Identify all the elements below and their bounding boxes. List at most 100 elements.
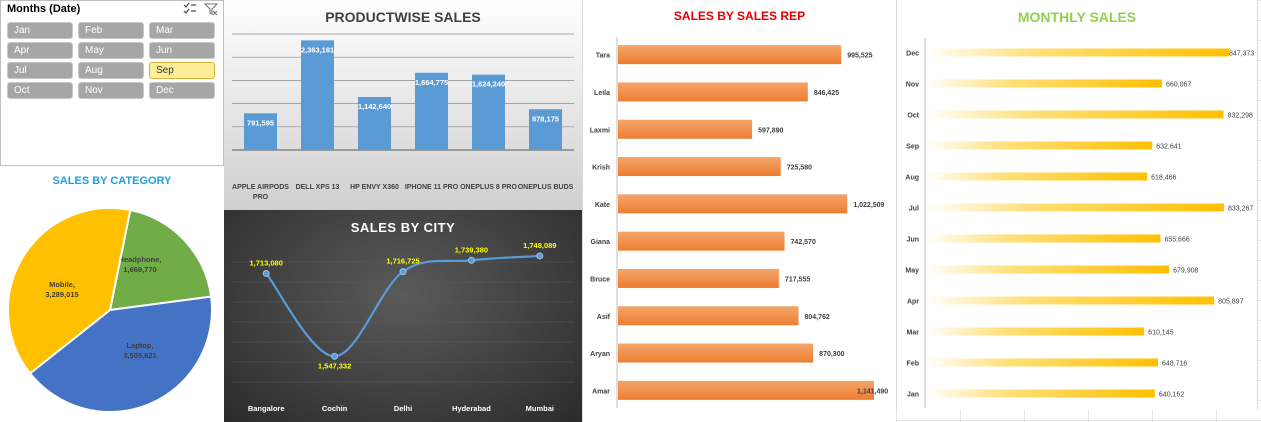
- rep-bar: [618, 157, 781, 177]
- monthly-data-label: 679,908: [1173, 268, 1198, 275]
- rep-bar: [618, 306, 799, 326]
- monthly-bar: [926, 203, 1224, 212]
- city-tick-label: Mumbai: [526, 404, 554, 413]
- product-tick-label: HP ENVY X360: [350, 184, 399, 191]
- city-tick-label: Hyderabad: [452, 404, 491, 413]
- monthly-bar: [926, 358, 1158, 367]
- monthly-data-label: 805,897: [1218, 299, 1243, 306]
- pie-value-headphone: 1,669,770: [123, 265, 156, 274]
- slicer-month-mar[interactable]: Mar: [149, 22, 215, 39]
- city-point: [399, 268, 407, 276]
- rep-bar: [618, 45, 842, 65]
- rep-bar: [618, 231, 785, 251]
- slicer-month-apr[interactable]: Apr: [7, 42, 73, 59]
- slicer-month-sep[interactable]: Sep: [149, 62, 215, 79]
- city-data-label: 1,748,089: [523, 241, 556, 250]
- slicer-month-jan[interactable]: Jan: [7, 22, 73, 39]
- slicer-month-jul[interactable]: Jul: [7, 62, 73, 79]
- monthly-tick-label: Jun: [907, 237, 919, 244]
- slicer-month-nov[interactable]: Nov: [78, 82, 144, 99]
- rep-bar: [618, 268, 779, 288]
- monthly-data-label: 832,298: [1228, 113, 1253, 120]
- slicer-month-jun[interactable]: Jun: [149, 42, 215, 59]
- pie-label-laptop: Laptop,: [126, 341, 153, 350]
- slicer-title: Months (Date): [7, 3, 81, 15]
- monthly-data-label: 660,067: [1166, 82, 1191, 89]
- product-tick-label: DELL XPS 13: [296, 184, 340, 191]
- rep-tick-label: Asif: [597, 314, 611, 321]
- product-data-label: 1,142,640: [358, 102, 391, 111]
- monthly-tick-label: Sep: [906, 144, 919, 151]
- product-tick-label: ONEPLUS BUDS: [518, 184, 574, 191]
- sales-by-rep-chart: SALES BY SALES REP Tara 995,525 Leila 846,4…: [582, 0, 896, 422]
- monthly-tick-label: Mar: [907, 330, 920, 337]
- product-data-label: 1,624,240: [472, 80, 505, 89]
- rep-data-label: 804,762: [804, 314, 829, 321]
- monthly-data-label: 833,267: [1228, 206, 1253, 213]
- monthly-tick-label: Nov: [906, 82, 919, 89]
- productwise-sales-chart: PRODUCTWISE SALES 791,595 APPLE AIRPODS PR…: [224, 0, 582, 210]
- rep-tick-label: Giana: [591, 239, 611, 246]
- rep-data-label: 597,890: [758, 127, 783, 134]
- rep-tick-label: Krish: [592, 165, 610, 172]
- rep-data-label: 725,580: [787, 165, 812, 172]
- monthly-tick-label: Jan: [907, 392, 919, 399]
- rep-bar: [618, 380, 874, 400]
- product-data-label: 791,595: [247, 118, 274, 127]
- monthly-data-label: 610,145: [1148, 330, 1173, 337]
- months-slicer: Months (Date) Jan Feb Mar Apr May Jun Jul Aug Se…: [0, 0, 224, 166]
- slicer-month-oct[interactable]: Oct: [7, 82, 73, 99]
- monthly-data-label: 618,466: [1151, 175, 1176, 182]
- slicer-month-dec[interactable]: Dec: [149, 82, 215, 99]
- monthly-data-label: 655,666: [1164, 237, 1189, 244]
- pie-label-mobile: Mobile,: [49, 280, 75, 289]
- city-line-plot: 1,713,080 Bangalore 1,547,332 Cochin 1,716,7…: [232, 241, 574, 413]
- rep-data-label: 1,141,490: [857, 388, 888, 395]
- monthly-tick-label: May: [905, 268, 919, 275]
- rep-tick-label: Laxmi: [590, 127, 610, 134]
- slicer-month-aug[interactable]: Aug: [78, 62, 144, 79]
- monthly-tick-label: Oct: [907, 113, 919, 120]
- slicer-month-may[interactable]: May: [78, 42, 144, 59]
- monthly-bar: [926, 389, 1155, 398]
- product-bar-plot: 791,595 APPLE AIRPODS PRO 2,363,181 DELL XPS…: [232, 33, 574, 201]
- product-data-label: 878,175: [532, 114, 559, 123]
- city-data-label: 1,716,725: [386, 257, 419, 266]
- rep-bar: [618, 194, 848, 214]
- monthly-bar: [926, 110, 1224, 119]
- monthly-data-label: 648,716: [1162, 361, 1187, 368]
- monthly-tick-label: Apr: [907, 299, 919, 306]
- city-tick-label: Cochin: [322, 404, 348, 413]
- product-tick-label: ONEPLUS 8 PRO: [460, 184, 517, 191]
- rep-data-label: 846,425: [814, 90, 839, 97]
- rep-bar: [618, 343, 814, 363]
- rep-tick-label: Amar: [592, 388, 610, 395]
- rep-data-label: 1,022,509: [853, 202, 884, 209]
- slicer-month-feb[interactable]: Feb: [78, 22, 144, 39]
- monthly-tick-label: Feb: [907, 361, 919, 368]
- city-data-label: 1,713,080: [250, 258, 283, 267]
- rep-data-label: 870,300: [819, 351, 844, 358]
- city-point: [536, 252, 544, 260]
- pie-label-headphone: Headphone,: [119, 255, 162, 264]
- monthly-bar: [926, 296, 1215, 305]
- rep-data-label: 995,525: [847, 53, 872, 60]
- monthly-bar: [926, 141, 1153, 150]
- multi-select-icon[interactable]: [183, 2, 197, 16]
- monthly-bar: [926, 79, 1163, 88]
- product-data-label: 2,363,181: [301, 45, 334, 54]
- rep-tick-label: Tara: [596, 53, 610, 60]
- rep-tick-label: Bruce: [590, 276, 610, 283]
- city-data-label: 1,739,380: [455, 245, 488, 254]
- product-bar: [301, 40, 334, 150]
- city-point: [467, 256, 475, 264]
- product-tick-label-2: PRO: [253, 194, 269, 201]
- monthly-tick-label: Aug: [905, 175, 919, 182]
- product-tick-label: IPHONE 11 PRO: [405, 184, 459, 191]
- product-tick-label: APPLE AIRPODS: [232, 184, 289, 191]
- rep-tick-label: Kate: [595, 202, 610, 209]
- rep-bar: [618, 82, 808, 102]
- city-data-label: 1,547,332: [318, 361, 351, 370]
- sales-by-city-chart: SALES BY CITY 1,713,080 Bangalore 1,547,33…: [224, 210, 582, 422]
- clear-filter-icon[interactable]: [204, 2, 218, 16]
